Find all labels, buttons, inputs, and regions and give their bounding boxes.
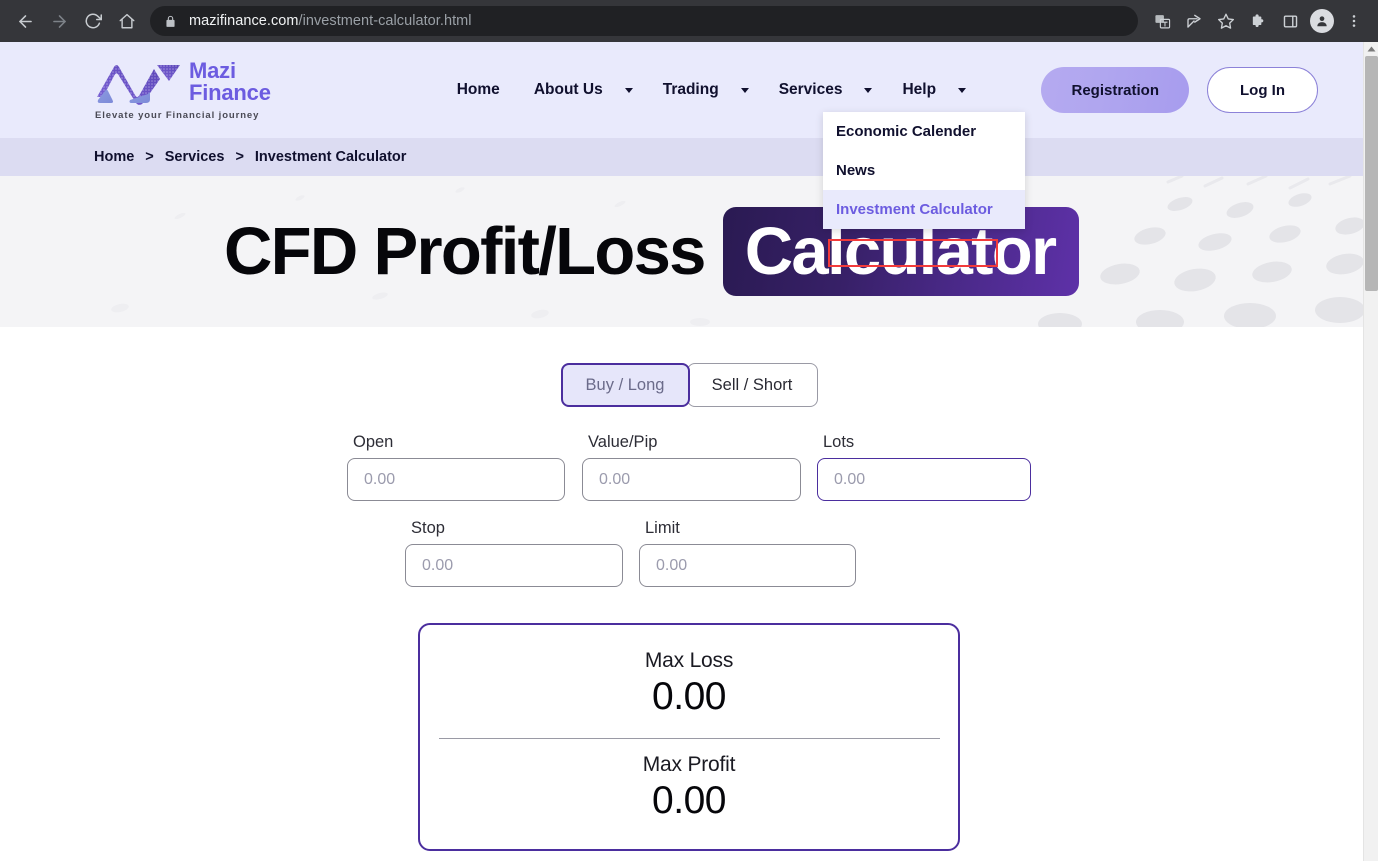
browser-toolbar: mazifinance.com/investment-calculator.ht… <box>0 0 1378 42</box>
field-value-per-pip: Value/Pip <box>582 433 801 501</box>
main-navigation: Home About Us Trading Services Help <box>453 75 967 105</box>
share-icon[interactable] <box>1178 5 1210 37</box>
limit-input[interactable] <box>639 544 856 587</box>
logo-text-line2: Finance <box>189 80 271 105</box>
direction-toggle-group: Buy / Long Sell / Short <box>560 363 818 407</box>
value-pip-input[interactable] <box>582 458 801 501</box>
nav-label-home: Home <box>456 81 500 98</box>
breadcrumb: Home > Services > Investment Calculator <box>0 138 1378 176</box>
address-bar[interactable]: mazifinance.com/investment-calculator.ht… <box>150 6 1138 36</box>
page-scrollbar[interactable] <box>1363 42 1378 861</box>
header-actions: Registration Log In <box>1041 67 1318 113</box>
breadcrumb-item-services[interactable]: Services <box>165 149 225 165</box>
sidepanel-icon[interactable] <box>1274 5 1306 37</box>
breadcrumb-item-investment-calculator: Investment Calculator <box>254 149 407 165</box>
page-title: CFD Profit/Loss <box>224 214 706 289</box>
login-button[interactable]: Log In <box>1207 67 1318 113</box>
home-button[interactable] <box>110 4 144 38</box>
label-open: Open <box>353 433 394 451</box>
field-open: Open <box>347 433 565 501</box>
buy-long-toggle[interactable]: Buy / Long <box>560 363 690 407</box>
open-input[interactable] <box>347 458 565 501</box>
chrome-menu-icon[interactable] <box>1338 5 1370 37</box>
browser-actions <box>1146 5 1378 37</box>
breadcrumb-separator: > <box>145 149 154 165</box>
site-logo[interactable]: Mazi Finance Elevate your Financial jour… <box>94 59 271 121</box>
lots-input[interactable] <box>817 458 1031 501</box>
url-domain: mazifinance.com <box>189 13 299 29</box>
profile-avatar-icon[interactable] <box>1306 5 1338 37</box>
dropdown-item-economic-calender[interactable]: Economic Calender <box>823 112 1025 151</box>
nav-label-about-us: About Us <box>533 81 603 98</box>
translate-icon[interactable] <box>1146 5 1178 37</box>
mazi-logo-icon <box>97 65 180 105</box>
field-limit: Limit <box>639 519 856 587</box>
back-button[interactable] <box>8 4 42 38</box>
label-value-pip: Value/Pip <box>588 433 658 451</box>
nav-item-help[interactable]: Help <box>898 75 967 105</box>
max-loss-label: Max Loss <box>644 649 734 672</box>
inputs-row-secondary: Stop Limit <box>405 519 856 587</box>
nav-item-services[interactable]: Services <box>775 75 873 105</box>
logo-tagline: Elevate your Financial journey <box>95 110 260 121</box>
breadcrumb-separator: > <box>235 149 244 165</box>
bookmark-star-icon[interactable] <box>1210 5 1242 37</box>
max-loss-value: 0.00 <box>652 675 726 718</box>
inputs-row-primary: Open Value/Pip Lots <box>347 433 1031 501</box>
field-stop: Stop <box>405 519 623 587</box>
nav-label-help: Help <box>902 81 937 98</box>
dropdown-item-news[interactable]: News <box>823 151 1025 190</box>
extensions-puzzle-icon[interactable] <box>1242 5 1274 37</box>
results-panel: Max Loss 0.00 Max Profit 0.00 <box>418 623 960 851</box>
max-profit-value: 0.00 <box>652 779 726 822</box>
breadcrumb-item-home[interactable]: Home <box>94 149 134 165</box>
nav-label-services: Services <box>778 81 843 98</box>
reload-button[interactable] <box>76 4 110 38</box>
page-viewport: Mazi Finance Elevate your Financial jour… <box>0 42 1378 861</box>
logo-text-line1: Mazi <box>189 57 236 83</box>
chevron-down-icon <box>740 87 749 93</box>
label-limit: Limit <box>645 519 680 537</box>
lock-icon <box>164 15 177 28</box>
nav-item-trading[interactable]: Trading <box>659 75 749 105</box>
chevron-down-icon <box>864 87 873 93</box>
nav-label-trading: Trading <box>662 81 719 98</box>
site-header: Mazi Finance Elevate your Financial jour… <box>0 42 1378 138</box>
services-dropdown-menu: Economic Calender News Investment Calcul… <box>823 112 1025 229</box>
field-lots: Lots <box>817 433 1031 501</box>
results-divider <box>438 738 940 739</box>
stop-input[interactable] <box>405 544 623 587</box>
label-lots: Lots <box>823 433 855 451</box>
scrollbar-up-arrow[interactable] <box>1364 42 1378 56</box>
chevron-down-icon <box>624 87 633 93</box>
sell-short-toggle[interactable]: Sell / Short <box>686 363 818 407</box>
hero-banner: CFD Profit/Loss Calculator <box>0 176 1378 327</box>
forward-button[interactable] <box>42 4 76 38</box>
registration-button[interactable]: Registration <box>1041 67 1189 113</box>
label-stop: Stop <box>411 519 445 537</box>
scrollbar-thumb[interactable] <box>1365 56 1378 291</box>
max-profit-label: Max Profit <box>642 753 736 776</box>
calculator-section: Buy / Long Sell / Short Open Value/Pip L… <box>0 327 1378 851</box>
url-path: /investment-calculator.html <box>298 13 472 29</box>
dropdown-item-investment-calculator[interactable]: Investment Calculator <box>823 190 1025 229</box>
nav-item-about-us[interactable]: About Us <box>530 75 633 105</box>
chevron-down-icon <box>958 87 967 93</box>
nav-item-home[interactable]: Home <box>453 75 504 105</box>
